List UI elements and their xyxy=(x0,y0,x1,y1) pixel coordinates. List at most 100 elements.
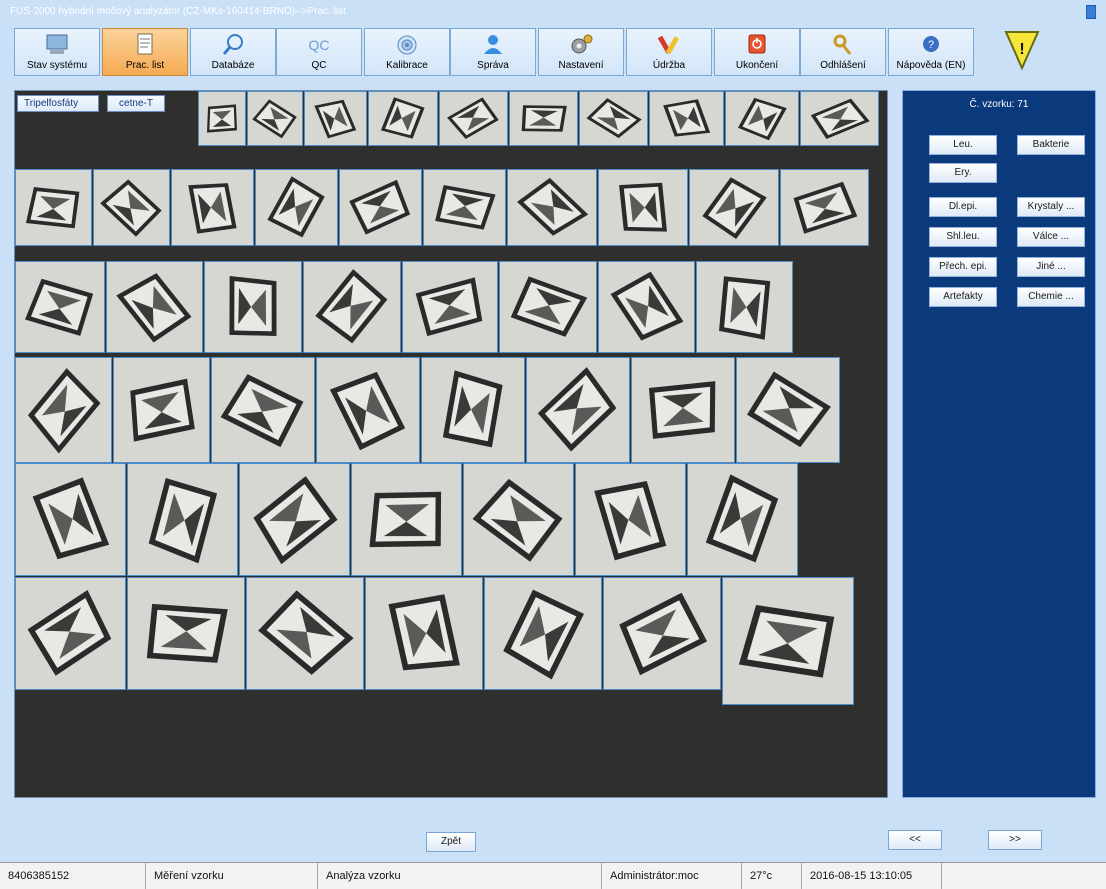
tools-icon xyxy=(654,32,684,58)
back-button[interactable]: Zpět xyxy=(426,832,476,852)
status-user: Administrátor:moc xyxy=(602,863,742,889)
minimize-icon[interactable] xyxy=(1086,5,1096,19)
crystal-thumbnail[interactable] xyxy=(204,261,302,353)
key-icon xyxy=(828,32,858,58)
crystal-thumbnail[interactable] xyxy=(598,261,695,353)
logout-button[interactable]: Odhlášení xyxy=(800,28,886,76)
crystal-thumbnail[interactable] xyxy=(687,463,798,576)
crystal-thumbnail[interactable] xyxy=(526,357,630,463)
crystal-thumbnail[interactable] xyxy=(603,577,721,690)
crystal-thumbnail[interactable] xyxy=(211,357,315,463)
crystal-thumbnail[interactable] xyxy=(171,169,254,246)
crystal-thumbnail[interactable] xyxy=(127,577,245,690)
status-analysis: Analýza vzorku xyxy=(318,863,602,889)
button-label: Údržba xyxy=(652,60,686,71)
worklist-button[interactable]: Prac. list xyxy=(102,28,188,76)
svg-text:?: ? xyxy=(928,39,934,51)
crystal-thumbnail[interactable] xyxy=(631,357,735,463)
crystal-thumbnail[interactable] xyxy=(316,357,420,463)
artefakty-button[interactable]: Artefakty xyxy=(929,287,997,307)
status-datetime: 2016-08-15 13:10:05 xyxy=(802,863,942,889)
shl-leu-button[interactable]: Shl.leu. xyxy=(929,227,997,247)
crystal-thumbnail[interactable] xyxy=(15,577,126,690)
bakterie-button[interactable]: Bakterie xyxy=(1017,135,1085,155)
crystal-thumbnail[interactable] xyxy=(368,91,438,146)
crystal-thumbnail[interactable] xyxy=(365,577,483,690)
crystal-thumbnail[interactable] xyxy=(239,463,350,576)
crystal-thumbnail[interactable] xyxy=(725,91,799,146)
button-label: Odhlášení xyxy=(820,60,866,71)
jine-button[interactable]: Jiné ... xyxy=(1017,257,1085,277)
button-label: Databáze xyxy=(211,60,255,71)
crystal-thumbnail[interactable] xyxy=(439,91,508,146)
status-system-button[interactable]: Stav systému xyxy=(14,28,100,76)
crystal-thumbnail[interactable] xyxy=(246,577,364,690)
crystal-thumbnail[interactable] xyxy=(15,169,92,246)
ery-button[interactable]: Ery. xyxy=(929,163,997,183)
crystal-thumbnail[interactable] xyxy=(198,91,246,146)
gears-icon xyxy=(566,32,596,58)
crystal-thumbnail[interactable] xyxy=(15,463,126,576)
crystal-thumbnail[interactable] xyxy=(247,91,303,146)
crystal-thumbnail[interactable] xyxy=(113,357,210,463)
crystal-thumbnail[interactable] xyxy=(499,261,597,353)
crystal-thumbnail[interactable] xyxy=(127,463,238,576)
crystal-thumbnail[interactable] xyxy=(15,357,112,463)
dl-epi-button[interactable]: Dl.epi. xyxy=(929,197,997,217)
krystaly-button[interactable]: Krystaly ... xyxy=(1017,197,1085,217)
crystal-thumbnail[interactable] xyxy=(351,463,462,576)
next-page-button[interactable]: >> xyxy=(988,830,1042,850)
crystal-thumbnail[interactable] xyxy=(484,577,602,690)
crystal-thumbnail[interactable] xyxy=(339,169,422,246)
database-button[interactable]: Databáze xyxy=(190,28,276,76)
crystal-thumbnail[interactable] xyxy=(722,577,854,705)
crystal-thumbnail[interactable] xyxy=(689,169,779,246)
prech-epi-button[interactable]: Přech. epi. xyxy=(929,257,997,277)
sample-number-label: Č. vzorku: 71 xyxy=(969,99,1029,110)
qc-button[interactable]: QC QC xyxy=(276,28,362,76)
crystal-thumbnail[interactable] xyxy=(696,261,793,353)
crystal-thumbnail[interactable] xyxy=(649,91,724,146)
settings-button[interactable]: Nastavení xyxy=(538,28,624,76)
crystal-thumbnail[interactable] xyxy=(598,169,688,246)
crystal-thumbnail[interactable] xyxy=(303,261,401,353)
prev-page-button[interactable]: << xyxy=(888,830,942,850)
button-label: Kalibrace xyxy=(386,60,428,71)
calibration-button[interactable]: Kalibrace xyxy=(364,28,450,76)
crystal-thumbnail[interactable] xyxy=(255,169,338,246)
crystal-thumbnail[interactable] xyxy=(507,169,597,246)
qc-icon: QC xyxy=(308,37,330,53)
crystal-thumbnail[interactable] xyxy=(106,261,203,353)
crystal-thumbnail[interactable] xyxy=(800,91,879,146)
tag-tripelfosfaty[interactable]: Tripelfosfáty xyxy=(17,95,99,112)
crystal-thumbnail[interactable] xyxy=(780,169,869,246)
status-bar: 8406385152 Měření vzorku Analýza vzorku … xyxy=(0,862,1106,889)
leu-button[interactable]: Leu. xyxy=(929,135,997,155)
magnifier-icon xyxy=(218,32,248,58)
warning-icon[interactable]: ! xyxy=(1002,28,1042,72)
crystal-thumbnail[interactable] xyxy=(15,261,105,353)
help-button[interactable]: ? Nápověda (EN) xyxy=(888,28,974,76)
crystal-thumbnail[interactable] xyxy=(736,357,840,463)
classification-panel: Č. vzorku: 71 Leu. Bakterie Ery. Dl.epi.… xyxy=(902,90,1096,798)
button-label: Nápověda (EN) xyxy=(896,60,966,71)
chemie-button[interactable]: Chemie ... xyxy=(1017,287,1085,307)
crystal-thumbnail[interactable] xyxy=(423,169,506,246)
button-label: Správa xyxy=(477,60,509,71)
maintenance-button[interactable]: Údržba xyxy=(626,28,712,76)
tag-cetne-t[interactable]: cetne-T xyxy=(107,95,165,112)
crystal-thumbnail[interactable] xyxy=(93,169,170,246)
admin-button[interactable]: Správa xyxy=(450,28,536,76)
valce-button[interactable]: Válce ... xyxy=(1017,227,1085,247)
crystal-thumbnail[interactable] xyxy=(421,357,525,463)
power-icon xyxy=(742,32,772,58)
crystal-thumbnail[interactable] xyxy=(575,463,686,576)
exit-button[interactable]: Ukončení xyxy=(714,28,800,76)
help-icon: ? xyxy=(916,32,946,58)
crystal-thumbnail[interactable] xyxy=(463,463,574,576)
crystal-thumbnail[interactable] xyxy=(509,91,578,146)
crystal-thumbnail[interactable] xyxy=(402,261,498,353)
main-toolbar: Stav systému Prac. list Databáze QC QC K… xyxy=(14,28,1094,78)
crystal-thumbnail[interactable] xyxy=(579,91,648,146)
crystal-thumbnail[interactable] xyxy=(304,91,367,146)
